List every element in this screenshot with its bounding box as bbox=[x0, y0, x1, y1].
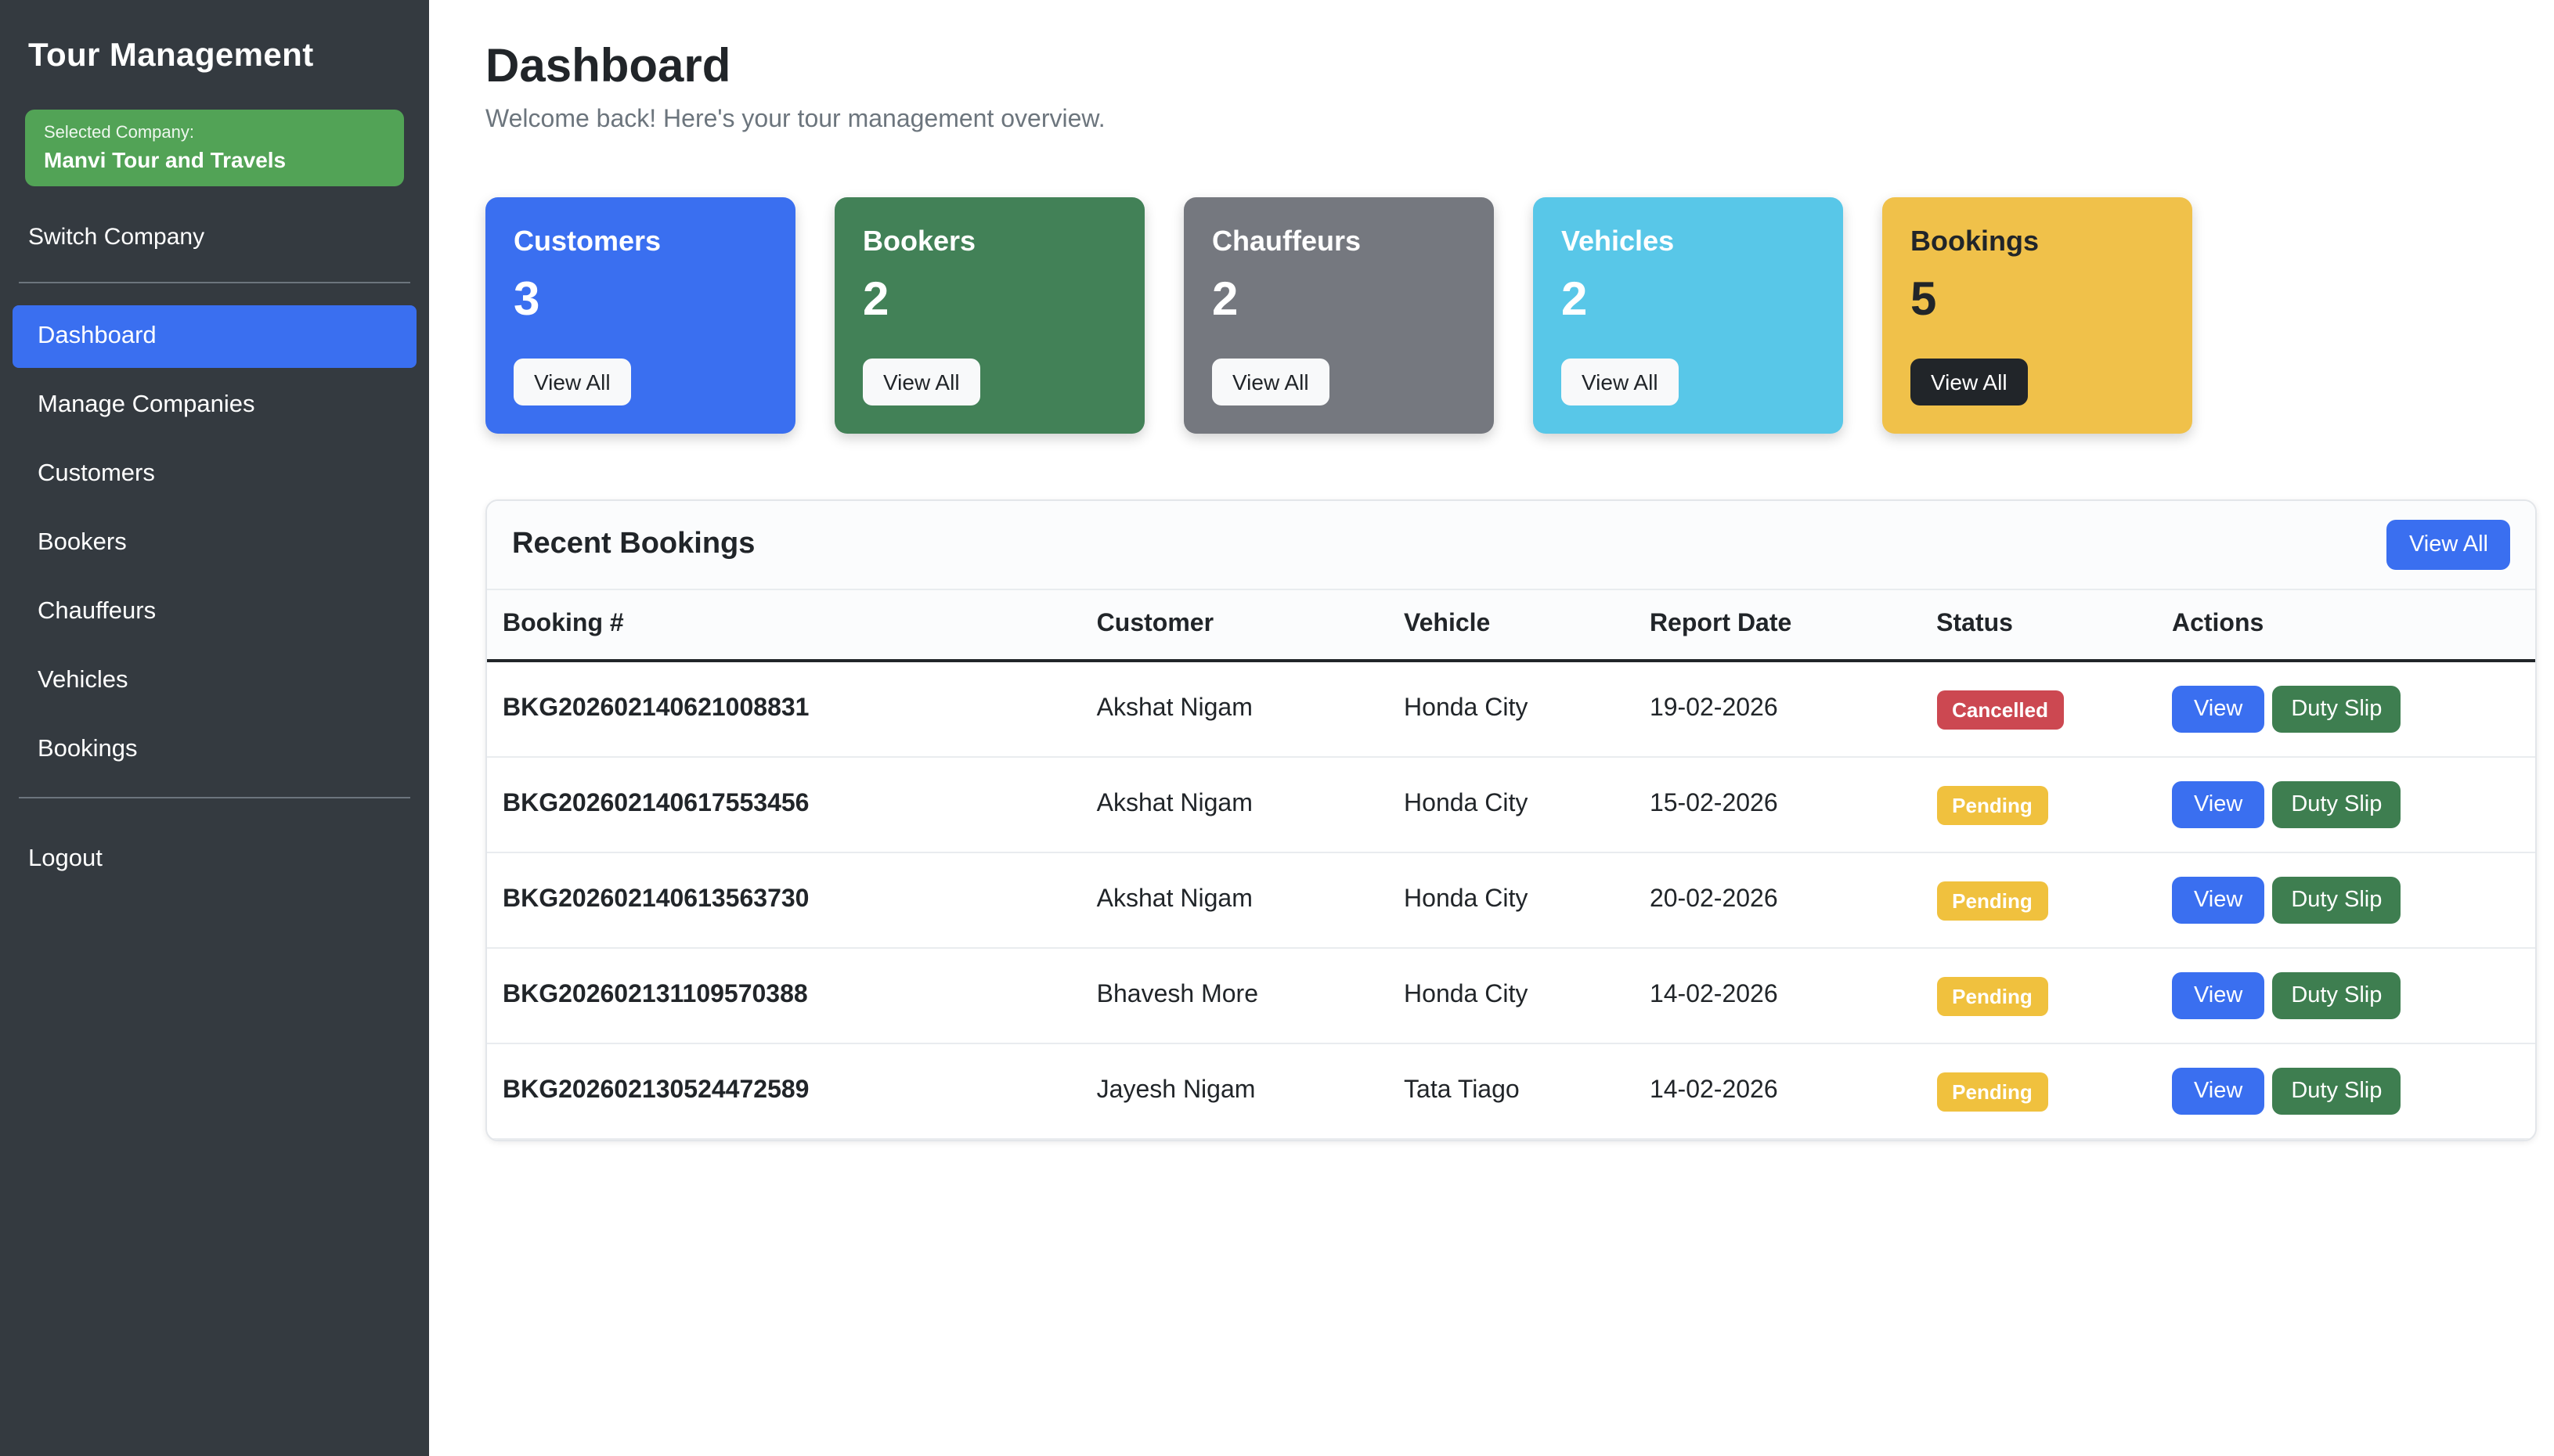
booking-number: BKG202602140613563730 bbox=[487, 852, 1081, 948]
stat-label: Bookings bbox=[1910, 225, 2164, 258]
duty-slip-button[interactable]: Duty Slip bbox=[2272, 781, 2401, 828]
status-badge: Pending bbox=[1936, 881, 2048, 920]
app-title: Tour Management bbox=[0, 22, 429, 97]
status-badge: Pending bbox=[1936, 785, 2048, 824]
stat-count: 5 bbox=[1910, 274, 2164, 327]
column-header-actions: Actions bbox=[2156, 590, 2535, 661]
sidebar-divider-bottom bbox=[19, 797, 410, 798]
stat-count: 2 bbox=[1212, 274, 1466, 327]
page-title: Dashboard bbox=[485, 41, 2537, 94]
selected-company-label: Selected Company: bbox=[44, 124, 385, 142]
duty-slip-button[interactable]: Duty Slip bbox=[2272, 686, 2401, 733]
booking-number: BKG202602140617553456 bbox=[487, 757, 1081, 852]
sidebar-item-bookers[interactable]: Bookers bbox=[13, 512, 417, 575]
bookers-view-all-button[interactable]: View All bbox=[863, 359, 980, 405]
view-button[interactable]: View bbox=[2172, 877, 2264, 924]
vehicles-view-all-button[interactable]: View All bbox=[1561, 359, 1679, 405]
sidebar: Tour Management Selected Company: Manvi … bbox=[0, 0, 429, 1456]
app-window: Tour Management Selected Company: Manvi … bbox=[0, 0, 2554, 1456]
duty-slip-button[interactable]: Duty Slip bbox=[2272, 1068, 2401, 1115]
switch-company-link[interactable]: Switch Company bbox=[0, 205, 429, 272]
view-button[interactable]: View bbox=[2172, 972, 2264, 1019]
vehicle-name: Tata Tiago bbox=[1388, 1043, 1634, 1139]
customer-name: Akshat Nigam bbox=[1081, 757, 1388, 852]
vehicle-name: Honda City bbox=[1388, 948, 1634, 1043]
stat-card-bookings: Bookings 5 View All bbox=[1882, 197, 2192, 434]
customer-name: Akshat Nigam bbox=[1081, 661, 1388, 757]
sidebar-item-manage-companies[interactable]: Manage Companies bbox=[13, 374, 417, 437]
stat-label: Customers bbox=[514, 225, 767, 258]
status-badge: Pending bbox=[1936, 976, 2048, 1015]
selected-company-box: Selected Company: Manvi Tour and Travels bbox=[25, 110, 404, 186]
status-badge: Pending bbox=[1936, 1072, 2048, 1111]
stat-count: 2 bbox=[863, 274, 1116, 327]
customer-name: Jayesh Nigam bbox=[1081, 1043, 1388, 1139]
sidebar-nav: Dashboard Manage Companies Customers Boo… bbox=[0, 293, 429, 787]
sidebar-item-dashboard[interactable]: Dashboard bbox=[13, 305, 417, 368]
customer-name: Bhavesh More bbox=[1081, 948, 1388, 1043]
vehicle-name: Honda City bbox=[1388, 661, 1634, 757]
stat-label: Chauffeurs bbox=[1212, 225, 1466, 258]
stats-row: Customers 3 View All Bookers 2 View All … bbox=[485, 197, 2537, 434]
stat-count: 3 bbox=[514, 274, 767, 327]
page-subtitle: Welcome back! Here's your tour managemen… bbox=[485, 106, 2537, 135]
sidebar-divider-top bbox=[19, 282, 410, 283]
table-row: BKG202602140617553456 Akshat Nigam Honda… bbox=[487, 757, 2535, 852]
table-header-row: Booking # Customer Vehicle Report Date S… bbox=[487, 590, 2535, 661]
table-row: BKG202602131109570388 Bhavesh More Honda… bbox=[487, 948, 2535, 1043]
stat-card-chauffeurs: Chauffeurs 2 View All bbox=[1184, 197, 1494, 434]
sidebar-item-vehicles[interactable]: Vehicles bbox=[13, 650, 417, 712]
report-date: 19-02-2026 bbox=[1634, 661, 1921, 757]
column-header-vehicle: Vehicle bbox=[1388, 590, 1634, 661]
sidebar-item-chauffeurs[interactable]: Chauffeurs bbox=[13, 581, 417, 643]
bookings-view-all-button[interactable]: View All bbox=[1910, 359, 2028, 405]
view-button[interactable]: View bbox=[2172, 686, 2264, 733]
vehicle-name: Honda City bbox=[1388, 852, 1634, 948]
stat-card-customers: Customers 3 View All bbox=[485, 197, 795, 434]
report-date: 14-02-2026 bbox=[1634, 948, 1921, 1043]
column-header-booking: Booking # bbox=[487, 590, 1081, 661]
customer-name: Akshat Nigam bbox=[1081, 852, 1388, 948]
duty-slip-button[interactable]: Duty Slip bbox=[2272, 972, 2401, 1019]
report-date: 20-02-2026 bbox=[1634, 852, 1921, 948]
sidebar-item-customers[interactable]: Customers bbox=[13, 443, 417, 506]
stat-card-bookers: Bookers 2 View All bbox=[835, 197, 1145, 434]
table-row: BKG202602140613563730 Akshat Nigam Honda… bbox=[487, 852, 2535, 948]
booking-number: BKG202602131109570388 bbox=[487, 948, 1081, 1043]
table-row: BKG202602130524472589 Jayesh Nigam Tata … bbox=[487, 1043, 2535, 1139]
bookings-table: Booking # Customer Vehicle Report Date S… bbox=[487, 590, 2535, 1140]
status-badge: Cancelled bbox=[1936, 690, 2064, 729]
stat-count: 2 bbox=[1561, 274, 1815, 327]
report-date: 14-02-2026 bbox=[1634, 1043, 1921, 1139]
view-button[interactable]: View bbox=[2172, 1068, 2264, 1115]
column-header-report-date: Report Date bbox=[1634, 590, 1921, 661]
duty-slip-button[interactable]: Duty Slip bbox=[2272, 877, 2401, 924]
vehicle-name: Honda City bbox=[1388, 757, 1634, 852]
stat-label: Bookers bbox=[863, 225, 1116, 258]
view-button[interactable]: View bbox=[2172, 781, 2264, 828]
stat-card-vehicles: Vehicles 2 View All bbox=[1533, 197, 1843, 434]
recent-bookings-view-all-button[interactable]: View All bbox=[2387, 520, 2510, 570]
recent-bookings-title: Recent Bookings bbox=[512, 528, 755, 562]
recent-bookings-header: Recent Bookings View All bbox=[487, 501, 2535, 590]
stat-label: Vehicles bbox=[1561, 225, 1815, 258]
chauffeurs-view-all-button[interactable]: View All bbox=[1212, 359, 1329, 405]
selected-company-name: Manvi Tour and Travels bbox=[44, 147, 385, 172]
column-header-status: Status bbox=[1921, 590, 2156, 661]
booking-number: BKG202602130524472589 bbox=[487, 1043, 1081, 1139]
customers-view-all-button[interactable]: View All bbox=[514, 359, 631, 405]
table-row: BKG202602140621008831 Akshat Nigam Honda… bbox=[487, 661, 2535, 757]
column-header-customer: Customer bbox=[1081, 590, 1388, 661]
main-content: Dashboard Welcome back! Here's your tour… bbox=[429, 0, 2554, 1456]
recent-bookings-panel: Recent Bookings View All Booking # Custo… bbox=[485, 499, 2537, 1141]
sidebar-item-bookings[interactable]: Bookings bbox=[13, 719, 417, 781]
report-date: 15-02-2026 bbox=[1634, 757, 1921, 852]
logout-link[interactable]: Logout bbox=[0, 827, 429, 892]
booking-number: BKG202602140621008831 bbox=[487, 661, 1081, 757]
